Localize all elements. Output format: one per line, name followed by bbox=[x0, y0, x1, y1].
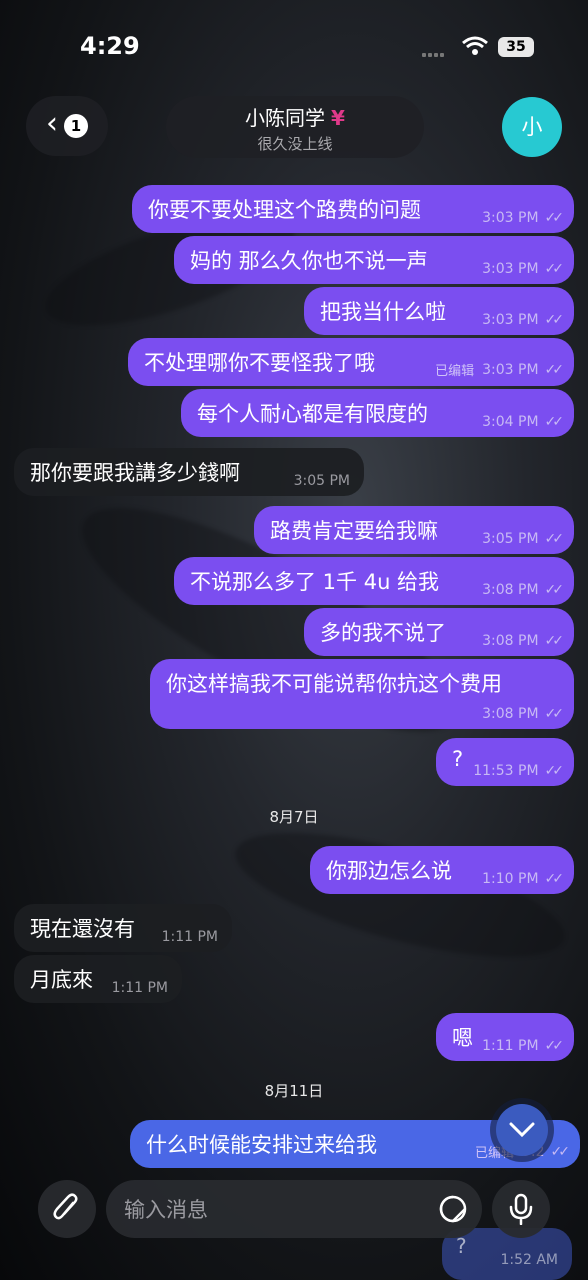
message-input-container bbox=[106, 1180, 482, 1240]
message-bubble-outgoing[interactable]: 不说那么多了 1千 4u 给我 3:08 PM ✓✓ bbox=[174, 557, 574, 605]
message-time: 3:04 PM bbox=[482, 414, 539, 430]
message-bubble-outgoing[interactable]: 每个人耐心都是有限度的 3:04 PM ✓✓ bbox=[181, 389, 574, 437]
message-text: 月底來 bbox=[30, 968, 93, 992]
double-check-icon: ✓✓ bbox=[544, 531, 565, 547]
double-check-icon: ✓✓ bbox=[544, 261, 565, 277]
back-button[interactable]: ‹ 1 bbox=[26, 96, 108, 156]
message-time: 3:05 PM bbox=[482, 531, 539, 547]
avatar[interactable]: 小 bbox=[502, 97, 562, 157]
contact-last-seen: 很久没上线 bbox=[257, 135, 333, 153]
chevron-left-icon: ‹ bbox=[46, 106, 58, 141]
double-check-icon: ✓✓ bbox=[544, 361, 565, 378]
message-bubble-outgoing[interactable]: 把我当什么啦 3:03 PM ✓✓ bbox=[304, 287, 574, 335]
message-text: 路费肯定要给我嘛 bbox=[270, 519, 438, 543]
date-separator: 8月11日 bbox=[264, 1082, 324, 1100]
message-text: 嗯 bbox=[452, 1026, 473, 1050]
message-time: 3:08 PM bbox=[482, 633, 539, 649]
chevron-down-icon bbox=[509, 1122, 535, 1138]
double-check-icon: ✓✓ bbox=[544, 763, 565, 779]
message-time: 1:52 AM bbox=[500, 1252, 558, 1268]
message-time: 3:05 PM bbox=[293, 473, 350, 489]
paperclip-icon bbox=[53, 1193, 78, 1220]
date-separator: 8月7日 bbox=[269, 808, 319, 826]
message-bubble-outgoing[interactable]: 多的我不说了 3:08 PM ✓✓ bbox=[304, 608, 574, 656]
double-check-icon: ✓✓ bbox=[544, 633, 565, 649]
message-text: 你要不要处理这个路费的问题 bbox=[148, 198, 421, 222]
message-time: 11:53 PM bbox=[473, 763, 539, 779]
message-time: 3:03 PM bbox=[482, 210, 539, 226]
attach-button[interactable] bbox=[38, 1180, 96, 1238]
message-bubble-incoming[interactable]: 月底來 1:11 PM bbox=[14, 955, 182, 1003]
double-check-icon: ✓✓ bbox=[544, 414, 565, 430]
message-text: 什么时候能安排过来给我 bbox=[146, 1133, 377, 1157]
wifi-icon bbox=[462, 36, 488, 55]
contact-emoji-status: ¥ bbox=[331, 106, 345, 130]
contact-name: 小陈同学 bbox=[245, 106, 326, 130]
double-check-icon: ✓✓ bbox=[544, 312, 565, 328]
message-bubble-outgoing[interactable]: 路费肯定要给我嘛 3:05 PM ✓✓ bbox=[254, 506, 574, 554]
message-time: 3:03 PM bbox=[482, 312, 539, 328]
chat-title[interactable]: 小陈同学 ¥ 很久没上线 bbox=[166, 96, 424, 158]
status-time: 4:29 bbox=[80, 32, 140, 60]
double-check-icon: ✓✓ bbox=[544, 210, 565, 226]
message-text: 你那边怎么说 bbox=[326, 859, 452, 883]
scroll-to-bottom-button[interactable] bbox=[496, 1104, 548, 1156]
message-time: 3:08 PM bbox=[482, 706, 539, 722]
message-bubble-incoming[interactable]: 那你要跟我講多少錢啊 3:05 PM bbox=[14, 448, 364, 496]
battery-icon: 35 bbox=[498, 37, 534, 57]
double-check-icon: ✓✓ bbox=[544, 582, 565, 598]
message-text: 你这样搞我不可能说帮你抗这个费用 bbox=[166, 672, 502, 696]
microphone-icon bbox=[509, 1193, 533, 1225]
message-bubble-outgoing[interactable]: 你要不要处理这个路费的问题 3:03 PM ✓✓ bbox=[132, 185, 574, 233]
message-input[interactable] bbox=[122, 1180, 426, 1240]
message-text: 多的我不说了 bbox=[320, 621, 446, 645]
sticker-icon[interactable] bbox=[438, 1194, 468, 1224]
voice-message-button[interactable] bbox=[492, 1180, 550, 1238]
status-bar: 4:29 35 bbox=[0, 0, 588, 90]
message-time: 3:03 PM bbox=[482, 261, 539, 277]
double-check-icon: ✓✓ bbox=[550, 1143, 571, 1160]
message-text: 那你要跟我講多少錢啊 bbox=[30, 461, 240, 485]
message-text: 不说那么多了 1千 4u 给我 bbox=[190, 570, 440, 594]
message-time: 1:10 PM bbox=[482, 871, 539, 887]
double-check-icon: ✓✓ bbox=[544, 1038, 565, 1054]
message-time: 1:11 PM bbox=[111, 980, 168, 996]
message-time: 1:11 PM bbox=[482, 1038, 539, 1054]
background-whale bbox=[224, 807, 576, 983]
message-time: 3:08 PM bbox=[482, 582, 539, 598]
edited-label: 已编辑 bbox=[435, 364, 475, 379]
message-bubble-outgoing[interactable]: 你那边怎么说 1:10 PM ✓✓ bbox=[310, 846, 574, 894]
message-text: ? bbox=[452, 747, 464, 771]
message-bubble-outgoing[interactable]: ? 11:53 PM ✓✓ bbox=[436, 738, 574, 786]
message-text: 妈的 那么久你也不说一声 bbox=[190, 249, 428, 273]
message-text: 把我当什么啦 bbox=[320, 300, 446, 324]
unread-badge: 1 bbox=[64, 114, 88, 138]
message-bubble-outgoing[interactable]: 妈的 那么久你也不说一声 3:03 PM ✓✓ bbox=[174, 236, 574, 284]
message-bubble-incoming[interactable]: 現在還沒有 1:11 PM bbox=[14, 904, 232, 952]
message-bubble-outgoing[interactable]: 你这样搞我不可能说帮你抗这个费用 3:08 PM ✓✓ bbox=[150, 659, 574, 729]
message-time: 3:03 PM bbox=[482, 361, 539, 378]
message-bubble-outgoing[interactable]: 不处理哪你不要怪我了哦 已编辑 3:03 PM ✓✓ bbox=[128, 338, 574, 386]
double-check-icon: ✓✓ bbox=[544, 871, 565, 887]
cellular-signal-icon bbox=[422, 42, 446, 61]
double-check-icon: ✓✓ bbox=[544, 706, 565, 722]
message-text: 不处理哪你不要怪我了哦 bbox=[144, 351, 375, 375]
message-bubble-outgoing[interactable]: 嗯 1:11 PM ✓✓ bbox=[436, 1013, 574, 1061]
message-time: 1:11 PM bbox=[161, 929, 218, 945]
message-text: 現在還沒有 bbox=[30, 917, 135, 941]
message-text: 每个人耐心都是有限度的 bbox=[197, 402, 428, 426]
